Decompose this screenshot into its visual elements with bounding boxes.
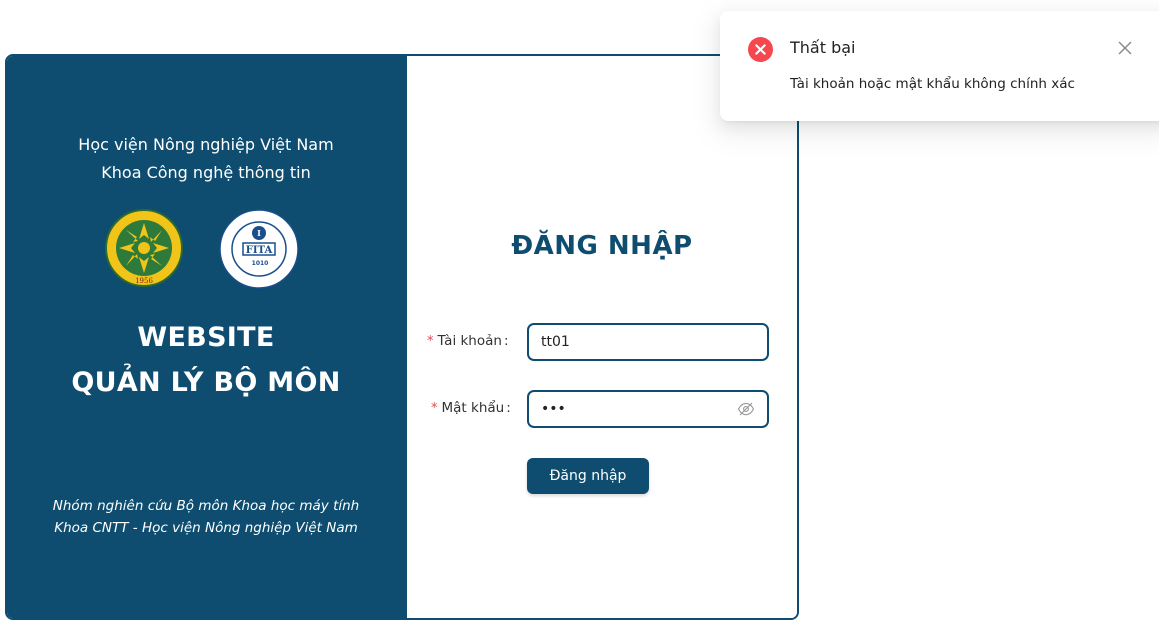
svg-text:1956: 1956 <box>135 277 153 285</box>
branding-panel: Học viện Nông nghiệp Việt Nam Khoa Công … <box>7 56 405 618</box>
logos: 1956 I FITA 1010 <box>7 209 405 289</box>
login-card: Học viện Nông nghiệp Việt Nam Khoa Công … <box>5 54 799 620</box>
footer-faculty: Khoa CNTT - Học viện Nông nghiệp Việt Na… <box>54 520 358 536</box>
error-circle-icon <box>748 37 773 62</box>
username-input[interactable] <box>541 334 755 350</box>
password-input[interactable] <box>541 401 737 417</box>
svg-text:I: I <box>257 228 261 238</box>
error-notification: Thất bại Tài khoản hoặc mật khẩu không c… <box>720 11 1159 121</box>
password-label: * Mật khẩu : <box>431 400 511 416</box>
close-icon[interactable] <box>1116 39 1134 57</box>
login-form-panel: ĐĂNG NHẬP * Tài khoản : * Mật khẩu : Đăn… <box>405 56 797 618</box>
required-mark: * <box>431 400 438 416</box>
eye-off-icon[interactable] <box>737 400 755 418</box>
footer-research-group: Nhóm nghiên cứu Bộ môn Khoa học máy tính <box>52 498 360 514</box>
login-button[interactable]: Đăng nhập <box>527 458 649 494</box>
svg-text:FITA: FITA <box>246 245 273 256</box>
site-title-line1: WEBSITE <box>137 322 275 353</box>
password-field[interactable] <box>527 390 769 428</box>
site-title-line2: QUẢN LÝ BỘ MÔN <box>71 367 341 398</box>
required-mark: * <box>427 333 434 349</box>
login-heading: ĐĂNG NHẬP <box>511 231 693 261</box>
notification-title: Thất bại <box>790 38 856 57</box>
university-logo: 1956 <box>105 209 183 287</box>
svg-text:1010: 1010 <box>252 260 269 267</box>
institution-name: Học viện Nông nghiệp Việt Nam <box>78 135 334 154</box>
faculty-name: Khoa Công nghệ thông tin <box>101 163 311 182</box>
notification-message: Tài khoản hoặc mật khẩu không chính xác <box>790 76 1075 92</box>
username-label: * Tài khoản : <box>427 333 509 349</box>
faculty-logo: I FITA 1010 <box>219 209 299 289</box>
username-field[interactable] <box>527 323 769 361</box>
